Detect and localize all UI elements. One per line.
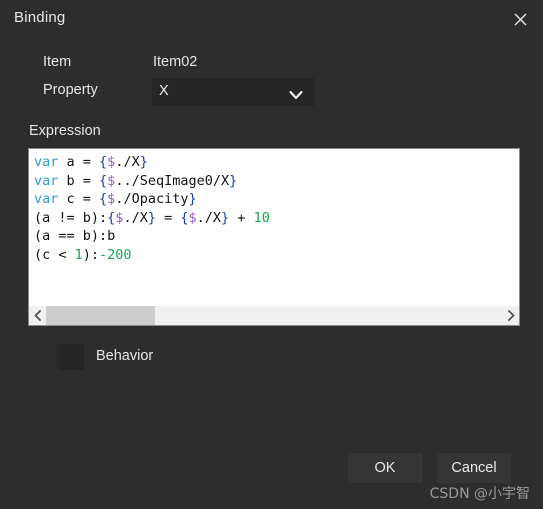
code-token: ../SeqImage0/X [115,172,230,189]
code-token: } [147,209,156,226]
ok-button[interactable]: OK [348,453,422,483]
window-title: Binding [14,9,66,26]
code-token: 10 [253,209,270,226]
property-label: Property [43,82,98,98]
code-token: } [139,154,148,170]
code-token: } [221,209,230,226]
code-token: } [229,172,238,189]
item-row: Item Item02 [0,52,543,78]
code-token: (a == b):b [34,228,116,245]
code-line: var b = {$../SeqImage0/X} [34,172,519,191]
cancel-button[interactable]: Cancel [437,453,511,483]
close-button[interactable] [507,6,533,32]
code-token: { [99,191,108,208]
watermark: CSDN @小宇智 [429,486,530,502]
code-token: { [99,154,108,170]
behavior-label: Behavior [96,348,154,364]
title-bar: Binding [0,0,543,38]
item-value: Item02 [153,54,198,70]
code-token: var [34,172,59,189]
chevron-right-icon[interactable] [502,306,519,325]
code-line: (a != b):{$./X} = {$./X} + 10 [34,209,519,228]
property-dropdown-value: X [159,83,169,99]
code-token: ./Opacity [115,191,189,208]
scrollbar-track[interactable] [46,306,502,325]
code-token: { [180,209,189,226]
code-token: ): [82,246,100,263]
code-token: = [155,209,181,226]
code-token: ./X [196,209,222,226]
expression-editor[interactable]: var a = {$./X} var b = {$../SeqImage0/X} v… [28,148,520,326]
code-token: -200 [99,246,132,263]
code-token: (c < [34,246,75,263]
code-token: c = [58,191,100,208]
behavior-row: Behavior [0,344,543,370]
code-token: ./X [115,154,140,170]
code-token: $ [188,209,197,226]
code-token: b = [58,172,100,189]
property-row: Property X [0,78,543,106]
close-icon [514,13,526,25]
chevron-left-icon[interactable] [29,306,46,325]
code-token: 1 [74,246,83,263]
property-dropdown[interactable]: X [152,78,314,106]
code-token: var [34,191,59,208]
code-token: ./X [123,209,148,226]
code-line: var a = {$./X} [34,153,519,172]
expression-label: Expression [29,123,101,139]
code-line: var c = {$./Opacity} [34,190,519,209]
chevron-down-icon [289,87,303,100]
code-area[interactable]: var a = {$./X} var b = {$../SeqImage0/X} v… [29,149,519,305]
code-token: (a != b): [34,209,108,226]
behavior-checkbox[interactable] [58,344,84,370]
code-token: } [188,191,197,208]
scrollbar-thumb[interactable] [46,306,156,325]
code-token: var [34,154,59,170]
horizontal-scrollbar[interactable] [29,305,519,325]
code-line: (c < 1):-200 [34,246,519,265]
item-label: Item [43,54,72,70]
code-token: a = [58,154,100,170]
code-token: + [229,209,254,226]
code-token: { [99,172,108,189]
code-line: (a == b):b [34,227,519,246]
